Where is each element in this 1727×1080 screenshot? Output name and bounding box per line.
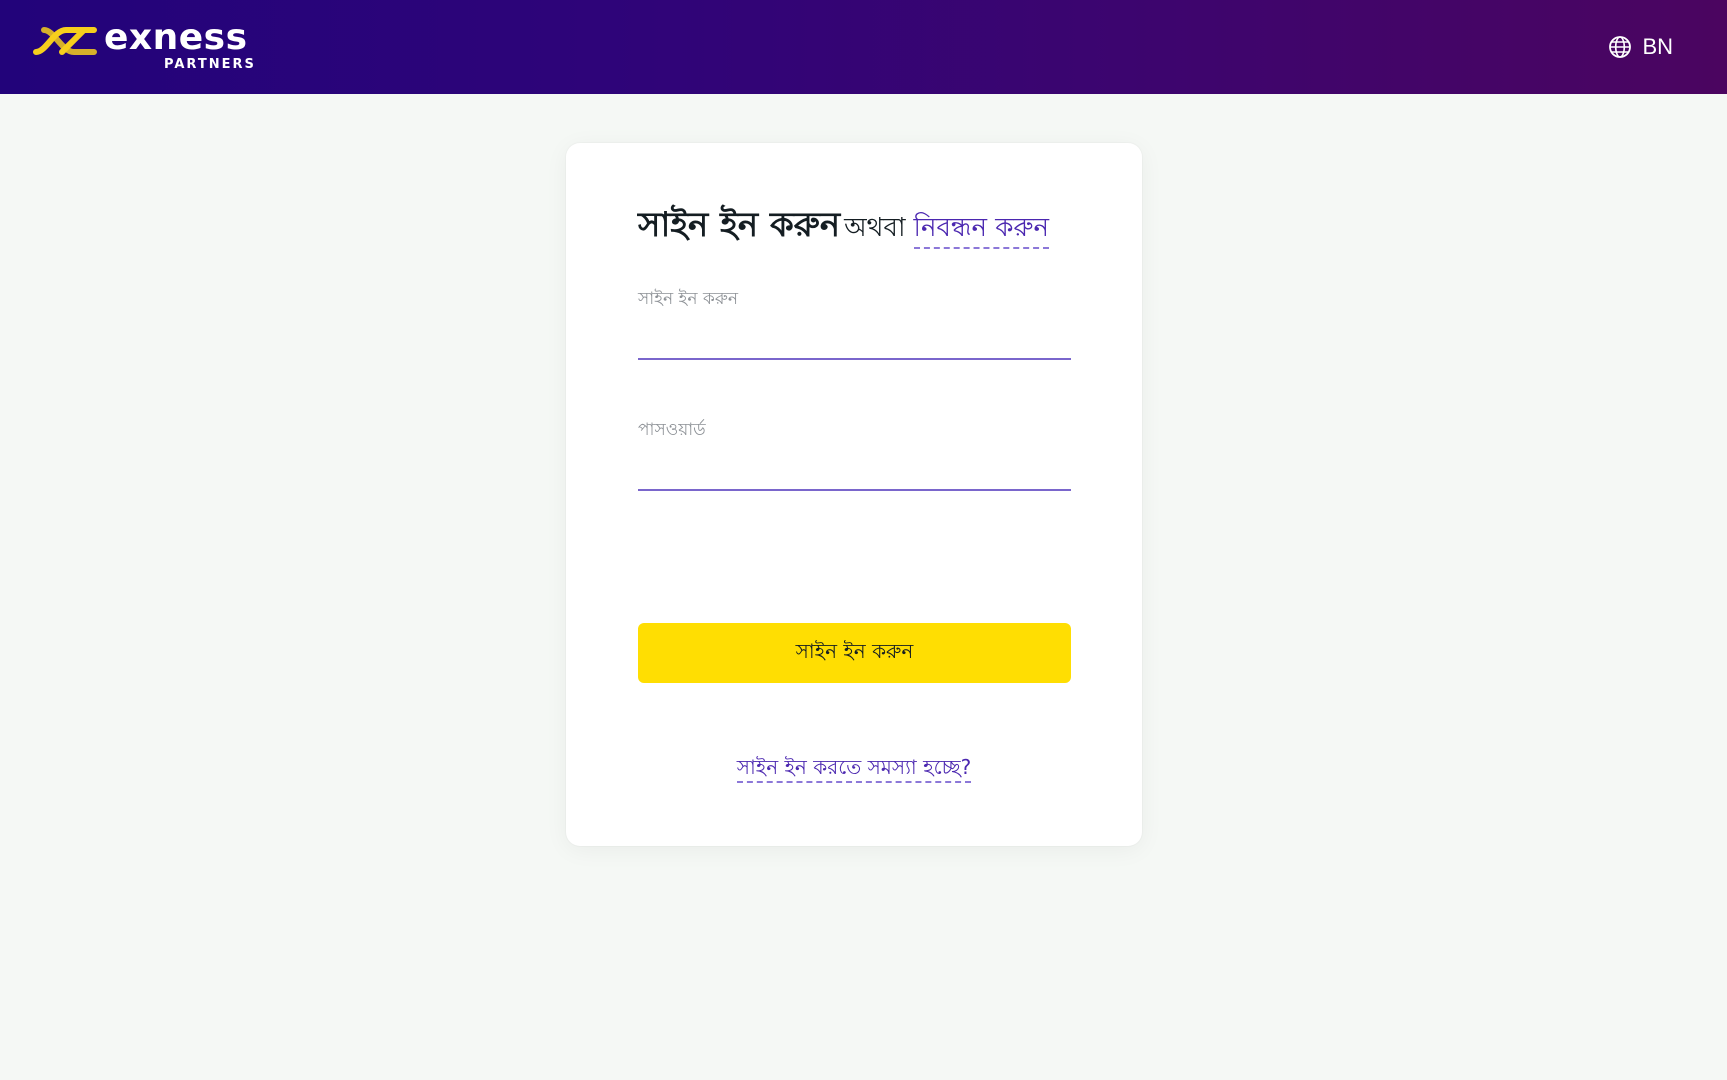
page-title: সাইন ইন করুন — [638, 205, 841, 245]
trouble-link-wrapper: সাইন ইন করতে সমস্যা হচ্ছে? — [566, 753, 1142, 783]
or-text: অথবা — [844, 213, 906, 243]
signin-card: সাইন ইন করুন অথবা নিবন্ধন করুন সাইন ইন ক… — [566, 143, 1142, 846]
password-input[interactable] — [638, 451, 1071, 491]
exness-logo-icon — [33, 27, 97, 55]
language-code: BN — [1642, 34, 1673, 59]
signin-heading: সাইন ইন করুন অথবা নিবন্ধন করুন — [638, 203, 1078, 249]
exness-partners-logo[interactable]: exness PARTNERS — [32, 17, 262, 74]
login-input[interactable] — [638, 320, 1071, 360]
brand-name: exness — [104, 17, 248, 58]
top-header: exness PARTNERS BN — [0, 0, 1727, 94]
password-label: পাসওয়ার্ড — [638, 420, 706, 440]
globe-icon — [1609, 36, 1632, 58]
brand-subtitle: PARTNERS — [164, 57, 256, 72]
register-link[interactable]: নিবন্ধন করুন — [913, 211, 1049, 249]
signin-button[interactable]: সাইন ইন করুন — [638, 623, 1071, 683]
signin-trouble-link[interactable]: সাইন ইন করতে সমস্যা হচ্ছে? — [736, 755, 972, 783]
login-label: সাইন ইন করুন — [638, 289, 739, 309]
login-field-group: সাইন ইন করুন — [638, 288, 1071, 360]
password-field-group: পাসওয়ার্ড — [638, 419, 1071, 491]
language-selector[interactable]: BN — [1608, 32, 1673, 62]
